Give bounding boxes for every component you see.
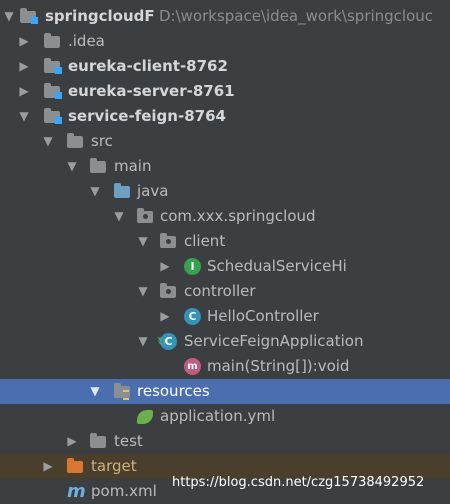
collapse-arrow-icon[interactable]: ▶ bbox=[17, 29, 31, 54]
tree-row-client[interactable]: ▼ client bbox=[0, 229, 450, 254]
tree-row-service-feign[interactable]: ▼ service-feign-8764 bbox=[0, 104, 450, 129]
watermark: https://blog.csdn.net/czg15738492952 bbox=[172, 475, 425, 490]
package-label: com.xxx.springcloud bbox=[160, 207, 316, 225]
tree-row-controller[interactable]: ▼ controller bbox=[0, 279, 450, 304]
folder-icon bbox=[44, 29, 62, 54]
src-folder-label: src bbox=[91, 132, 113, 150]
expand-arrow-icon[interactable]: ▼ bbox=[2, 4, 16, 29]
tree-row-package[interactable]: ▼ com.xxx.springcloud bbox=[0, 204, 450, 229]
tree-row-test[interactable]: ▶ test bbox=[0, 429, 450, 454]
expand-arrow-icon[interactable]: ▼ bbox=[88, 179, 102, 204]
collapse-arrow-icon[interactable]: ▶ bbox=[65, 429, 79, 454]
service-feign-label: service-feign-8764 bbox=[68, 107, 226, 125]
folder-icon bbox=[67, 129, 85, 154]
collapse-arrow-icon[interactable]: ▶ bbox=[17, 79, 31, 104]
tree-row-java[interactable]: ▼ java bbox=[0, 179, 450, 204]
target-folder-label: target bbox=[91, 457, 137, 475]
root-project-label: springcloudF bbox=[45, 7, 155, 25]
resources-folder-icon bbox=[114, 379, 132, 404]
tree-row-main-method[interactable]: m main(String[]):void bbox=[0, 354, 450, 379]
spring-config-icon bbox=[137, 404, 155, 429]
expand-arrow-icon[interactable]: ▼ bbox=[136, 279, 150, 304]
pom-label: pom.xml bbox=[91, 482, 157, 500]
tree-row-schedual-service[interactable]: ▶ I SchedualServiceHi bbox=[0, 254, 450, 279]
expand-arrow-icon[interactable]: ▼ bbox=[112, 204, 126, 229]
main-folder-label: main bbox=[114, 157, 152, 175]
tree-row-eureka-server[interactable]: ▶ eureka-server-8761 bbox=[0, 79, 450, 104]
collapse-arrow-icon[interactable]: ▶ bbox=[41, 454, 55, 479]
method-icon: m bbox=[184, 354, 202, 379]
tree-row-eureka-client[interactable]: ▶ eureka-client-8762 bbox=[0, 54, 450, 79]
controller-package-label: controller bbox=[184, 282, 256, 300]
java-folder-label: java bbox=[137, 182, 169, 200]
app-class-label: ServiceFeignApplication bbox=[184, 332, 364, 350]
package-icon bbox=[137, 204, 155, 229]
folder-icon bbox=[90, 429, 108, 454]
module-folder-icon bbox=[44, 104, 62, 129]
package-icon bbox=[160, 229, 178, 254]
maven-icon: m bbox=[67, 481, 86, 502]
package-icon bbox=[160, 279, 178, 304]
expand-arrow-icon[interactable]: ▼ bbox=[17, 104, 31, 129]
client-package-label: client bbox=[184, 232, 226, 250]
resources-folder-label: resources bbox=[137, 382, 210, 400]
eureka-client-label: eureka-client-8762 bbox=[68, 57, 228, 75]
folder-icon bbox=[90, 154, 108, 179]
expand-arrow-icon[interactable]: ▼ bbox=[41, 129, 55, 154]
module-folder-icon bbox=[44, 79, 62, 104]
collapse-arrow-icon[interactable]: ▶ bbox=[158, 304, 172, 329]
tree-row-app-class[interactable]: ▼ C ↻ ServiceFeignApplication bbox=[0, 329, 450, 354]
schedual-service-label: SchedualServiceHi bbox=[207, 257, 347, 275]
tree-row-src[interactable]: ▼ src bbox=[0, 129, 450, 154]
tree-row-root[interactable]: ▼ springcloudF D:\workspace\idea_work\sp… bbox=[0, 4, 450, 29]
tree-row-idea[interactable]: ▶ .idea bbox=[0, 29, 450, 54]
application-yml-label: application.yml bbox=[160, 407, 276, 425]
tree-row-main[interactable]: ▼ main bbox=[0, 154, 450, 179]
spring-boot-class-icon: C ↻ bbox=[157, 329, 178, 354]
expand-arrow-icon[interactable]: ▼ bbox=[136, 329, 150, 354]
test-folder-label: test bbox=[114, 432, 143, 450]
source-folder-icon bbox=[114, 179, 132, 204]
collapse-arrow-icon[interactable]: ▶ bbox=[17, 54, 31, 79]
interface-icon: I bbox=[184, 254, 202, 279]
hello-controller-label: HelloController bbox=[207, 307, 319, 325]
expand-arrow-icon[interactable]: ▼ bbox=[65, 154, 79, 179]
module-folder-icon bbox=[20, 4, 38, 29]
collapse-arrow-icon[interactable]: ▶ bbox=[158, 254, 172, 279]
expand-arrow-icon[interactable]: ▼ bbox=[88, 379, 102, 404]
tree-row-hello-controller[interactable]: ▶ C HelloController bbox=[0, 304, 450, 329]
idea-folder-label: .idea bbox=[68, 32, 105, 50]
excluded-folder-icon bbox=[67, 454, 85, 479]
main-method-label: main(String[]):void bbox=[207, 357, 350, 375]
tree-row-resources[interactable]: ▼ resources bbox=[0, 379, 450, 404]
expand-arrow-icon[interactable]: ▼ bbox=[136, 229, 150, 254]
class-icon: C bbox=[184, 304, 202, 329]
tree-row-application-yml[interactable]: application.yml bbox=[0, 404, 450, 429]
eureka-server-label: eureka-server-8761 bbox=[68, 82, 235, 100]
module-folder-icon bbox=[44, 54, 62, 79]
root-project-path: D:\workspace\idea_work\springclouc bbox=[159, 7, 434, 25]
